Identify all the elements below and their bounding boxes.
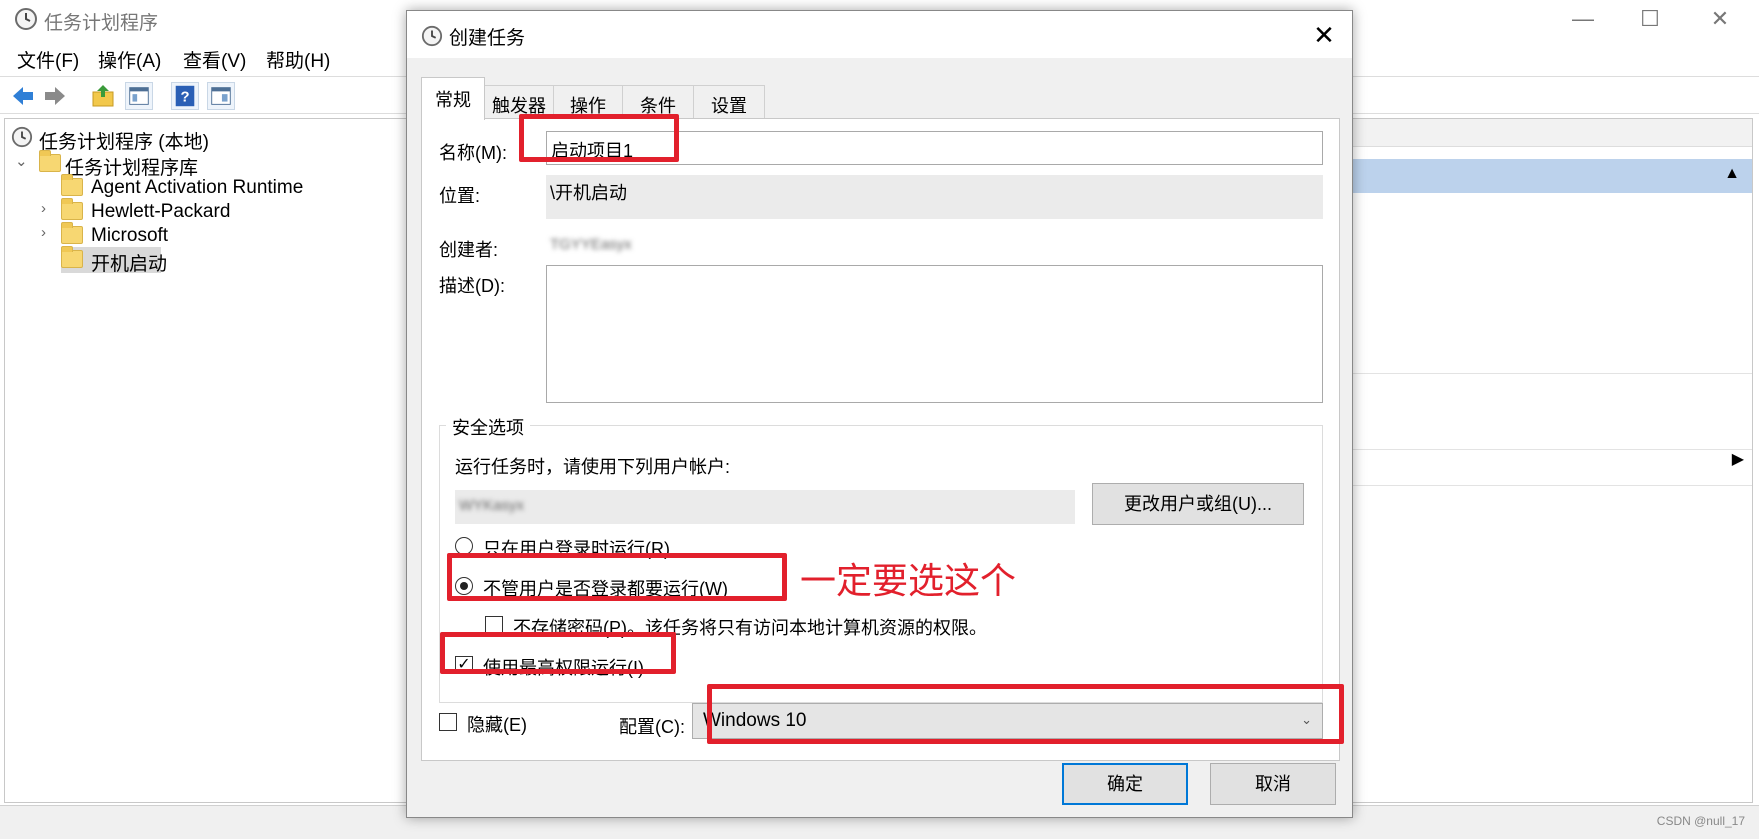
watermark: CSDN @null_17 (1656, 814, 1745, 828)
folder-icon (61, 174, 83, 196)
folder-icon (61, 246, 83, 268)
minimize-button[interactable]: — (1553, 4, 1613, 34)
divider (1351, 485, 1752, 486)
show-action-pane-icon[interactable] (207, 82, 235, 110)
location-label: 位置: (439, 186, 481, 206)
close-main-button[interactable]: ✕ (1690, 4, 1750, 34)
chevron-right-icon[interactable]: › (41, 224, 46, 241)
run-as-label: 运行任务时，请使用下列用户帐户: (455, 457, 730, 477)
menu-help[interactable]: 帮助(H) (266, 46, 330, 73)
actions-header (1351, 119, 1752, 147)
console-tree: 任务计划程序 (本地) ⌄ 任务计划程序库 Agent Activation R… (4, 118, 412, 803)
tab-settings[interactable]: 设置 (693, 85, 765, 119)
menu-view[interactable]: 查看(V) (183, 46, 246, 73)
highlight-run-whether-logged-on (447, 553, 787, 601)
tab-strip: 常规 触发器 操作 条件 设置 (421, 75, 1341, 120)
ok-button[interactable]: 确定 (1062, 763, 1188, 805)
clock-icon (421, 25, 443, 47)
forward-arrow-icon[interactable] (41, 82, 69, 110)
checkbox-hidden[interactable] (439, 713, 457, 731)
tab-general[interactable]: 常规 (421, 77, 485, 120)
tree-folder-label: 开机启动 (91, 254, 168, 275)
tree-root-label: 任务计划程序 (本地) (39, 132, 209, 153)
svg-text:?: ? (180, 90, 189, 106)
main-window-title: 任务计划程序 (44, 13, 159, 34)
folder-icon (61, 222, 83, 244)
collapse-up-icon[interactable]: ▲ (1724, 165, 1740, 183)
menu-bar: 文件(F) 操作(A) 查看(V) 帮助(H) (0, 42, 410, 74)
folder-icon (61, 198, 83, 220)
hidden-label: 隐藏(E) (467, 715, 527, 735)
tree-library-label: 任务计划程序库 (65, 158, 199, 179)
actions-pane: ▲ ▶ (1350, 118, 1753, 803)
annotation-text: 一定要选这个 (800, 561, 1017, 602)
close-icon[interactable]: ✕ (1304, 19, 1344, 51)
security-options-legend: 安全选项 (446, 414, 530, 440)
location-value: \开机启动 (546, 175, 1323, 219)
highlight-run-highest-privileges (440, 632, 676, 674)
dialog-titlebar: 创建任务 ✕ (407, 11, 1352, 58)
cancel-button[interactable]: 取消 (1210, 763, 1336, 805)
divider (1351, 449, 1752, 450)
chevron-right-icon[interactable]: › (41, 200, 46, 217)
tree-folder-label: Hewlett-Packard (91, 201, 231, 222)
maximize-button[interactable]: ☐ (1620, 4, 1680, 34)
tree-folder-label: Agent Activation Runtime (91, 177, 304, 198)
menu-action[interactable]: 操作(A) (98, 46, 161, 73)
clock-icon (11, 126, 33, 148)
up-folder-icon[interactable] (89, 82, 117, 110)
submenu-arrow-icon[interactable]: ▶ (1732, 449, 1744, 469)
name-label: 名称(M): (439, 143, 507, 163)
change-user-button[interactable]: 更改用户或组(U)... (1092, 483, 1304, 525)
description-field[interactable] (546, 265, 1323, 403)
highlight-name-field (519, 114, 679, 162)
run-as-user-value: WYKasyx (459, 497, 525, 514)
help-icon[interactable]: ? (171, 82, 199, 110)
menu-file[interactable]: 文件(F) (17, 46, 79, 73)
clock-icon (15, 8, 37, 30)
author-label: 创建者: (439, 240, 499, 260)
tree-item-startup-selected[interactable]: 开机启动 (61, 246, 167, 275)
chevron-down-icon[interactable]: ⌄ (15, 152, 28, 170)
back-arrow-icon[interactable] (9, 82, 37, 110)
configure-label: 配置(C): (619, 717, 685, 737)
author-value: TGYYEasyx (550, 236, 632, 253)
show-console-tree-icon[interactable] (125, 82, 153, 110)
dialog-title: 创建任务 (449, 28, 526, 49)
divider (1351, 373, 1752, 374)
folder-clock-icon (39, 150, 61, 172)
description-label: 描述(D): (439, 276, 505, 296)
highlight-configure-for (707, 684, 1344, 744)
run-as-user: WYKasyx (455, 490, 1075, 524)
actions-section-header[interactable]: ▲ (1351, 159, 1752, 193)
tree-folder-label: Microsoft (91, 225, 169, 246)
